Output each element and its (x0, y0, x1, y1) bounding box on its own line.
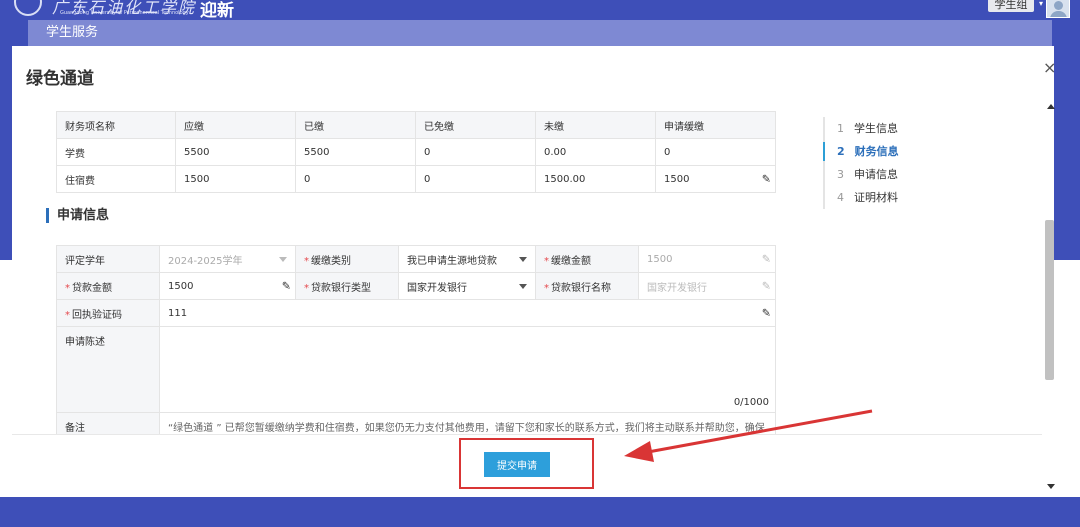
annotation-arrow-icon (624, 409, 873, 462)
